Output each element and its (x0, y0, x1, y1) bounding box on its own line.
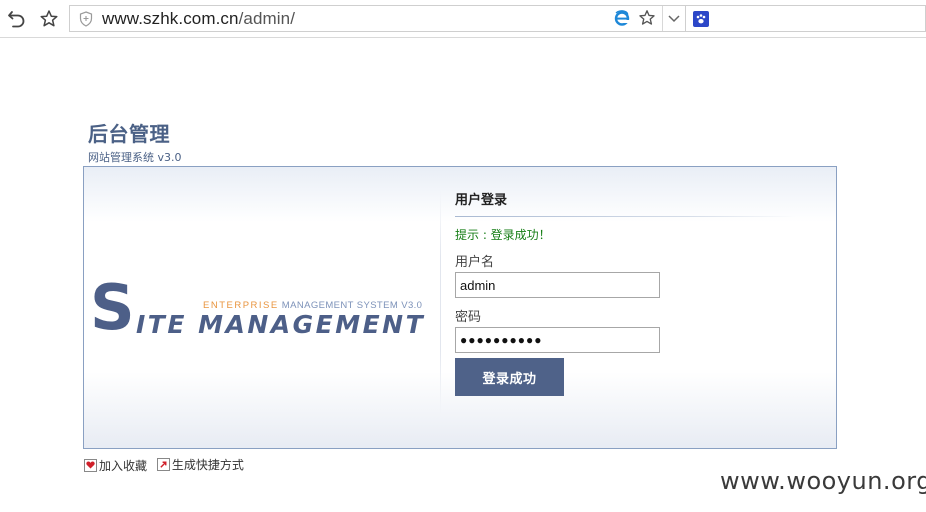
address-bar[interactable]: www.szhk.com.cn/admin/ (69, 5, 686, 32)
url-text: www.szhk.com.cn/admin/ (102, 9, 295, 29)
shield-icon (79, 11, 93, 31)
username-label: 用户名 (455, 255, 495, 270)
logo-rest: ITE MANAGEMENT (136, 310, 426, 339)
url-host: www.szhk.com.cn (102, 9, 239, 28)
address-separator (662, 6, 663, 31)
login-tip: 提示 : 登录成功！ (455, 228, 551, 242)
site-management-logo: S ENTERPRISE MANAGEMENT SYSTEM V3.0 ITE … (90, 277, 435, 341)
footer-links: 加入收藏 生成快捷方式 (84, 456, 250, 474)
heading-underline (455, 216, 795, 217)
star-icon[interactable] (638, 9, 656, 31)
heart-icon (84, 458, 97, 472)
star-outline-icon[interactable] (37, 7, 61, 31)
page-subtitle: 网站管理系统 v3.0 (88, 151, 182, 164)
create-shortcut-label: 生成快捷方式 (171, 458, 244, 472)
chevron-down-icon[interactable] (666, 10, 682, 30)
panel-divider (440, 189, 441, 417)
page-title: 后台管理 (88, 122, 170, 146)
login-heading: 用户登录 (455, 193, 508, 208)
baidu-paw-icon[interactable] (693, 11, 709, 27)
add-bookmark-link[interactable]: 加入收藏 (84, 457, 147, 474)
ie-compat-icon[interactable] (614, 10, 630, 30)
back-arrow-icon[interactable] (5, 7, 29, 31)
password-label: 密码 (455, 310, 482, 325)
logo-big-letter: S (90, 271, 135, 344)
shortcut-icon (156, 458, 170, 471)
password-input[interactable] (455, 327, 660, 353)
search-box[interactable] (686, 5, 926, 32)
login-button[interactable]: 登录成功 (455, 358, 564, 396)
add-bookmark-label: 加入收藏 (99, 458, 148, 473)
username-input[interactable] (455, 272, 660, 298)
login-panel: S ENTERPRISE MANAGEMENT SYSTEM V3.0 ITE … (83, 166, 837, 449)
watermark: www.wooyun.org (720, 467, 926, 495)
url-path: /admin/ (238, 9, 296, 28)
create-shortcut-link[interactable]: 生成快捷方式 (156, 456, 244, 473)
browser-toolbar: www.szhk.com.cn/admin/ (0, 0, 926, 38)
login-form: 用户登录 提示 : 登录成功！ 用户名 密码 登录成功 (455, 189, 795, 396)
